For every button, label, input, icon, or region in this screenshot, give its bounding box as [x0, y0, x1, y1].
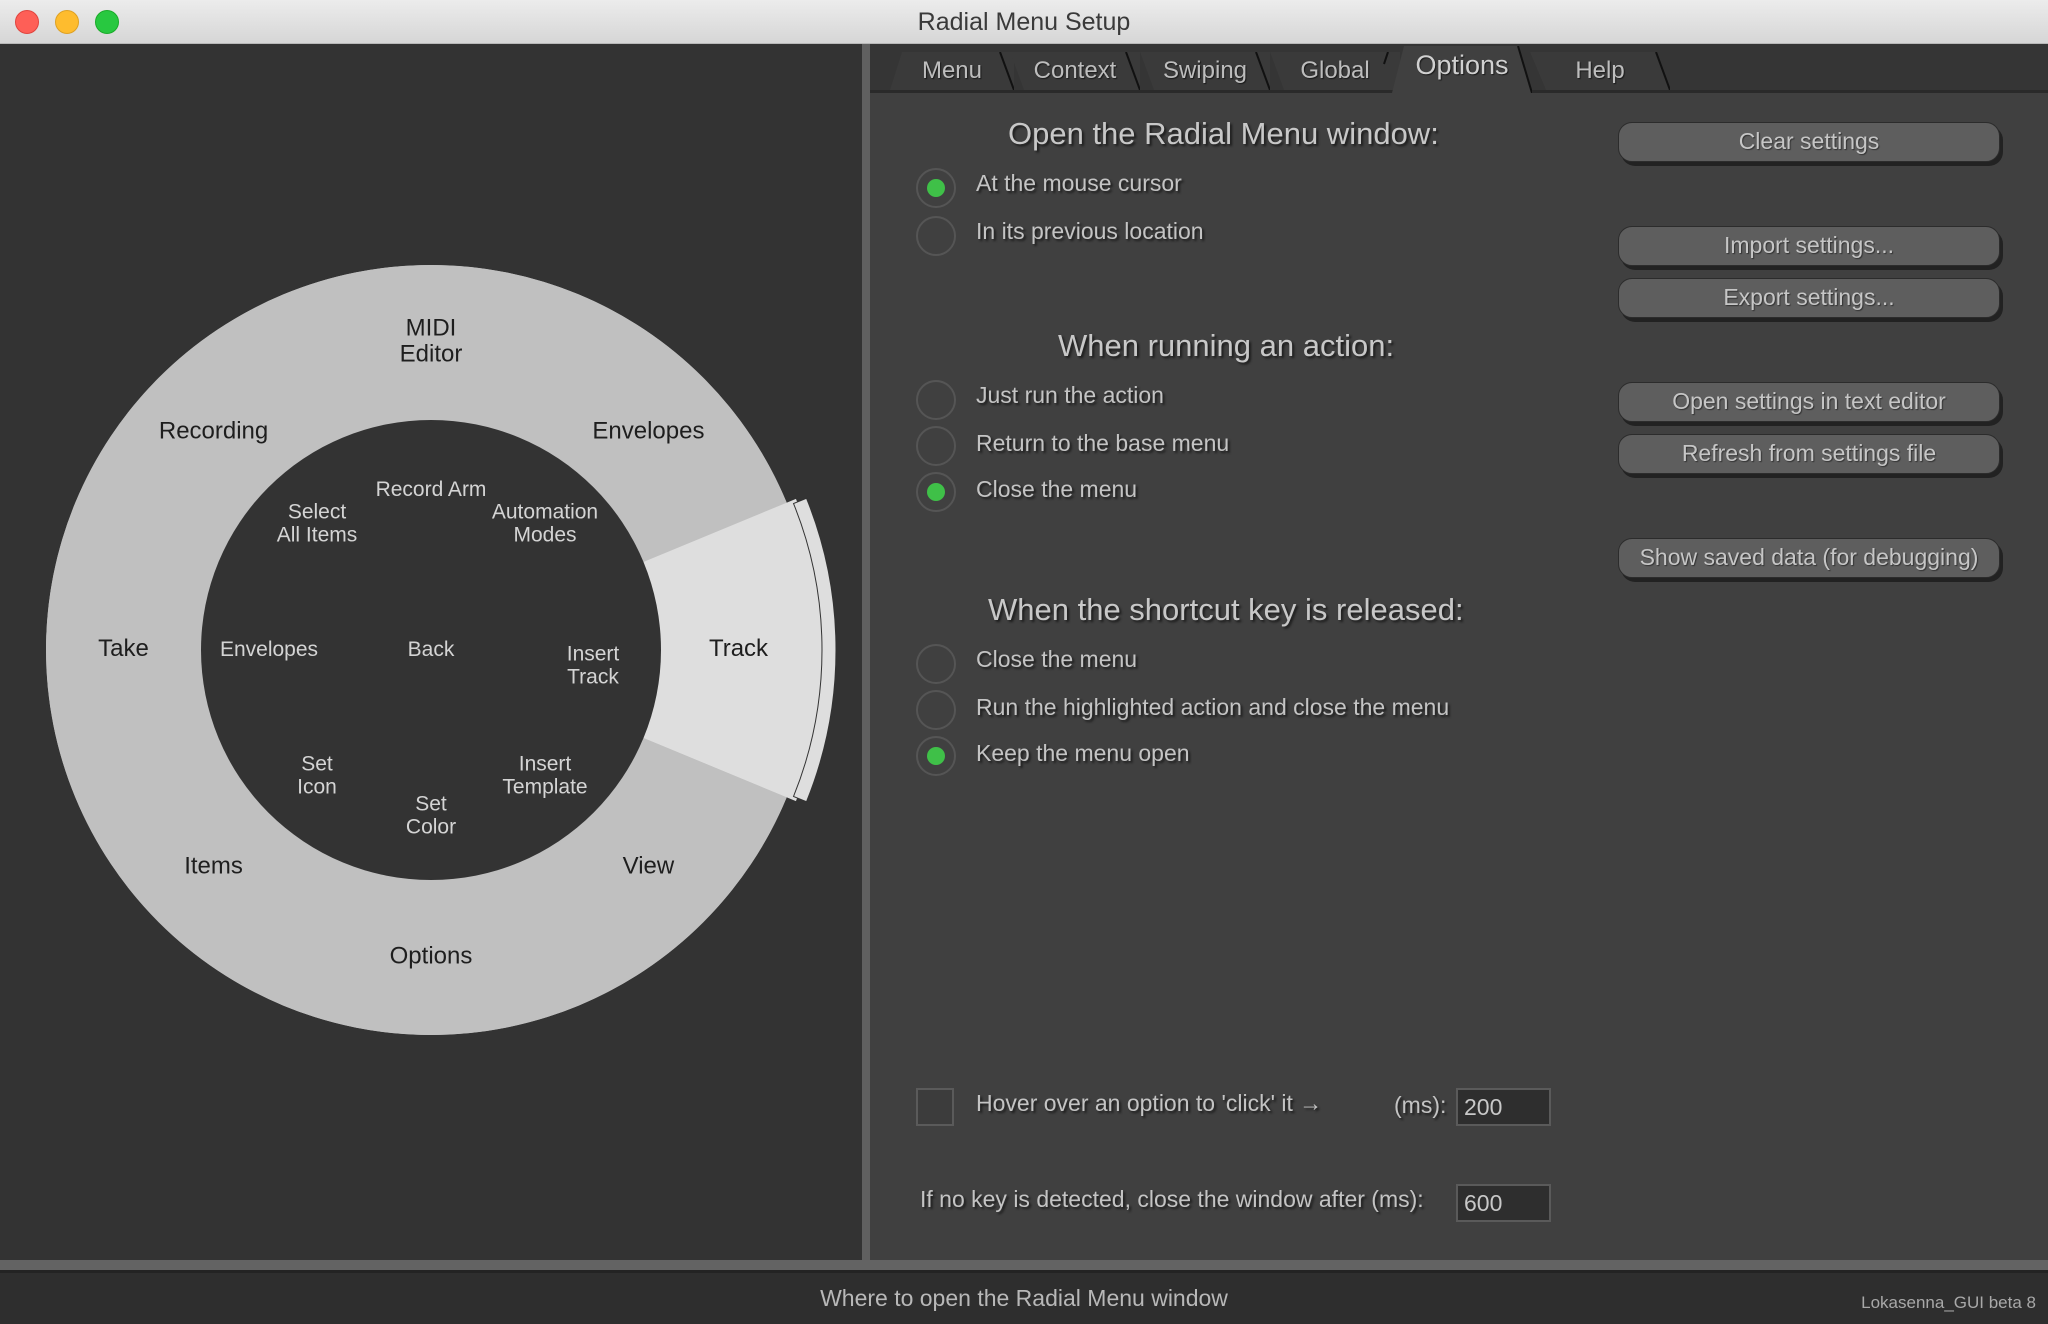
hover-ms-input[interactable]: 200 — [1456, 1088, 1551, 1126]
radio-selected-dot — [927, 179, 945, 197]
tab-label: Context — [1033, 57, 1117, 84]
radio-selected-dot — [927, 483, 945, 501]
tab-global[interactable]: Global — [1270, 52, 1400, 90]
tab-label: Global — [1300, 57, 1370, 84]
tab-help[interactable]: Help — [1530, 52, 1670, 90]
no-key-timeout-label: If no key is detected, close the window … — [920, 1186, 1424, 1212]
tab-label: Swiping — [1162, 57, 1248, 84]
option-label: Return to the base menu — [976, 430, 1230, 456]
shortcut-released-heading: When the shortcut key is released: — [988, 592, 1464, 627]
radio-previous-location[interactable] — [916, 216, 956, 256]
status-bar: Where to open the Radial Menu window Lok… — [0, 1270, 2048, 1324]
open-window-heading: Open the Radial Menu window: — [1008, 116, 1439, 151]
option-label: Run the highlighted action and close the… — [976, 694, 1450, 720]
radio-return-to-base-menu[interactable] — [916, 426, 956, 466]
radio-just-run-action[interactable] — [916, 380, 956, 420]
ring-item-label: MIDI Editor — [400, 315, 463, 368]
tab-label: Help — [1575, 57, 1625, 84]
radial-menu-preview: MIDI Editor Envelopes Track View Options Items… — [0, 44, 862, 1260]
inner-item-label: Insert Track — [567, 642, 620, 688]
version-label: Lokasenna_GUI beta 8 — [1861, 1293, 2036, 1312]
panel-divider[interactable] — [862, 44, 870, 1260]
option-label: Close the menu — [976, 646, 1138, 672]
options-panel: Menu Context Swiping Global Options Help… — [870, 44, 2048, 1260]
inner-item-label: Back — [408, 638, 455, 661]
status-text: Where to open the Radial Menu window — [820, 1285, 1228, 1311]
inner-item-label: Envelopes — [220, 638, 318, 661]
radio-close-menu-release[interactable] — [916, 644, 956, 684]
ring-item-label: Options — [390, 943, 473, 970]
hover-click-label: Hover over an option to 'click' it → — [976, 1090, 1323, 1116]
inner-item-label: Record Arm — [376, 478, 487, 501]
refresh-from-settings-file-button[interactable]: Refresh from settings file — [1618, 434, 2000, 474]
radio-at-mouse-cursor[interactable] — [916, 168, 956, 208]
export-settings-button[interactable]: Export settings... — [1618, 278, 2000, 318]
ring-item-label: Recording — [159, 418, 268, 445]
ring-item-label: Items — [184, 853, 243, 880]
status-divider — [0, 1260, 2048, 1270]
running-action-heading: When running an action: — [1058, 328, 1395, 363]
option-label: In its previous location — [976, 218, 1204, 244]
radio-close-menu-action[interactable] — [916, 472, 956, 512]
ring-item-label: Envelopes — [592, 418, 704, 445]
clear-settings-button[interactable]: Clear settings — [1618, 122, 2000, 162]
hover-click-checkbox[interactable] — [916, 1088, 954, 1126]
no-key-timeout-input[interactable]: 600 — [1456, 1184, 1551, 1222]
tab-label: Menu — [921, 57, 983, 84]
tab-bar: Menu Context Swiping Global Options Help — [870, 44, 2048, 93]
option-label: At the mouse cursor — [976, 170, 1182, 196]
tab-options[interactable]: Options — [1392, 46, 1532, 93]
radial-menu-svg: MIDI Editor Envelopes Track View Options Items… — [46, 265, 837, 1035]
hover-ms-label: (ms): — [1394, 1092, 1447, 1118]
import-settings-button[interactable]: Import settings... — [1618, 226, 2000, 266]
ring-item-label: Take — [98, 635, 149, 662]
title-bar: Radial Menu Setup — [0, 0, 2048, 44]
tab-context[interactable]: Context — [1010, 52, 1140, 90]
option-label: Just run the action — [976, 382, 1164, 408]
ring-item-label: Track — [709, 635, 769, 662]
option-label: Keep the menu open — [976, 740, 1190, 766]
tab-menu[interactable]: Menu — [890, 52, 1014, 90]
radio-run-highlighted-and-close[interactable] — [916, 690, 956, 730]
inner-item-label: Select All Items — [277, 500, 358, 546]
open-settings-in-text-editor-button[interactable]: Open settings in text editor — [1618, 382, 2000, 422]
window-title: Radial Menu Setup — [917, 8, 1131, 36]
option-label: Close the menu — [976, 476, 1138, 502]
tab-label: Options — [1415, 50, 1509, 80]
inner-item-label: Set Icon — [297, 752, 337, 798]
ring-item-label: View — [623, 853, 675, 880]
tab-swiping[interactable]: Swiping — [1140, 52, 1270, 90]
radio-selected-dot — [927, 747, 945, 765]
radio-keep-menu-open[interactable] — [916, 736, 956, 776]
show-saved-data-button[interactable]: Show saved data (for debugging) — [1618, 538, 2000, 578]
